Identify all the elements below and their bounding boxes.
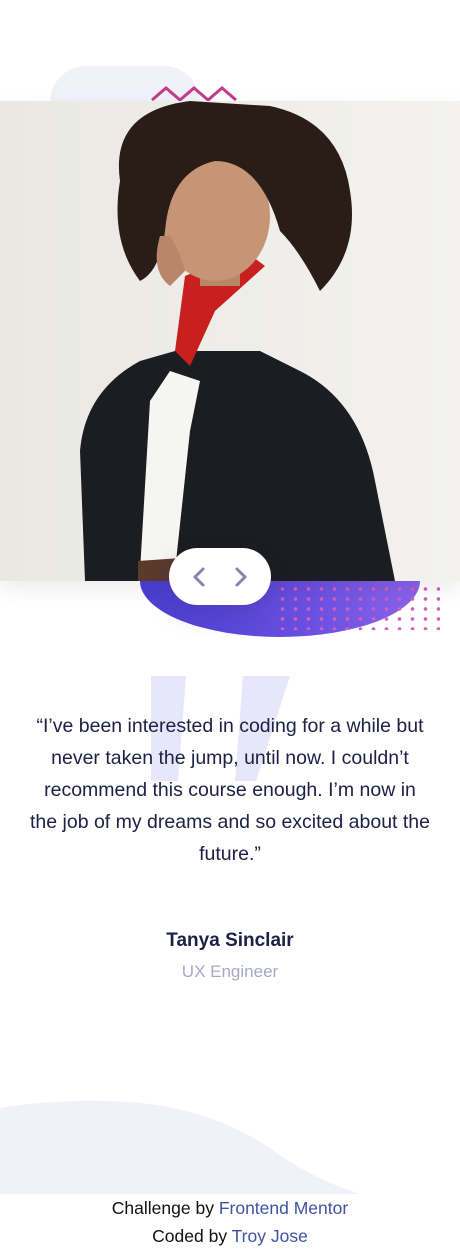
background-wave-bottom	[0, 1100, 360, 1194]
chevron-right-icon	[235, 567, 248, 586]
next-button[interactable]	[230, 562, 252, 592]
testimonial-photo	[0, 101, 460, 581]
attribution: Challenge by Frontend Mentor Coded by Tr…	[0, 1194, 460, 1250]
carousel-navigation	[169, 548, 271, 605]
challenge-credit: Challenge by Frontend Mentor	[0, 1194, 460, 1222]
dot-pattern-decoration	[276, 584, 440, 630]
author-link[interactable]: Troy Jose	[232, 1226, 308, 1246]
chevron-left-icon	[192, 567, 205, 586]
frontend-mentor-link[interactable]: Frontend Mentor	[219, 1198, 348, 1218]
challenge-prefix: Challenge by	[111, 1198, 214, 1218]
author-name: Tanya Sinclair	[166, 930, 294, 951]
portrait-photo-icon	[0, 101, 460, 581]
author-role: UX Engineer	[181, 962, 279, 981]
coded-prefix: Coded by	[152, 1226, 228, 1246]
testimonial-quote: “I’ve been interested in coding for a wh…	[30, 715, 430, 865]
previous-button[interactable]	[188, 562, 210, 592]
